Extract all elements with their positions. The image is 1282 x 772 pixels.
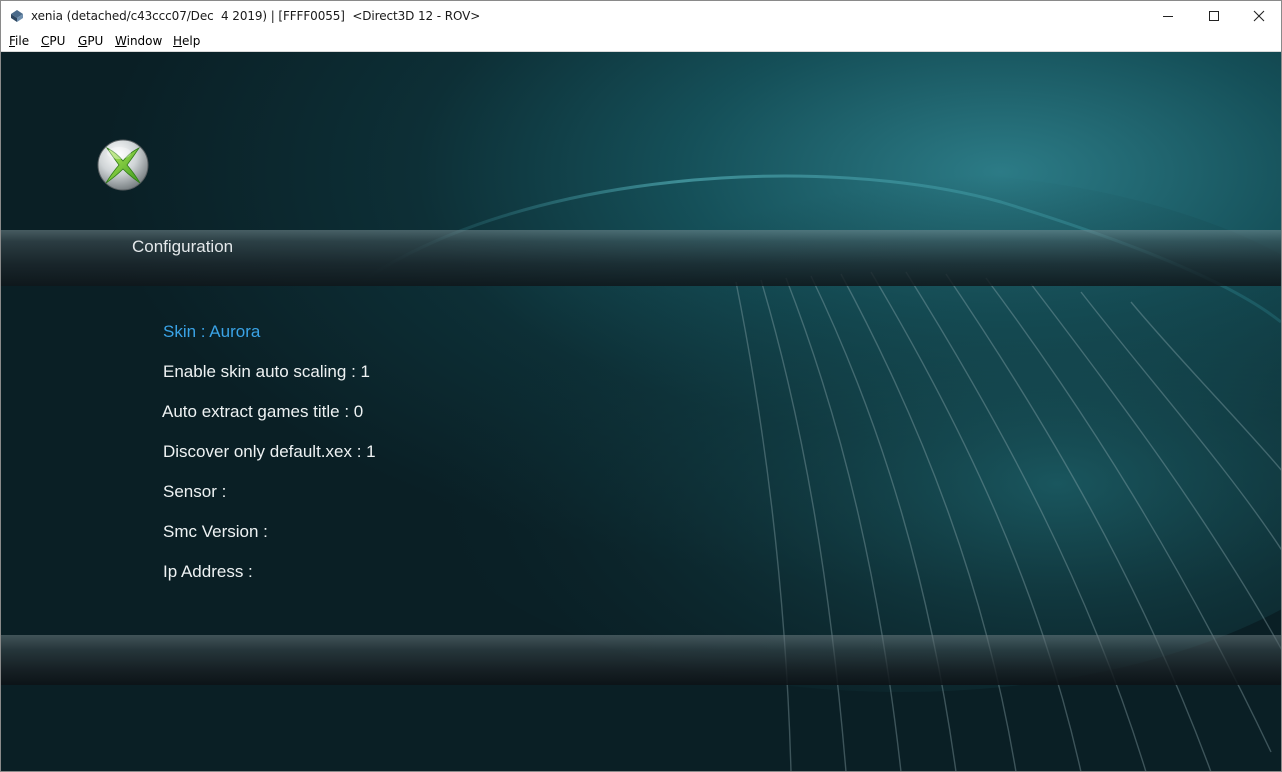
option-discover-default-xex[interactable]: Discover only default.xex : 1: [163, 442, 376, 462]
title-bar[interactable]: xenia (detached/c43ccc07/Dec 4 2019) | […: [1, 1, 1281, 31]
option-sensor[interactable]: Sensor :: [163, 482, 226, 502]
footer-band: [1, 635, 1281, 685]
section-title: Configuration: [132, 237, 234, 256]
close-icon: [1253, 10, 1265, 22]
menu-file[interactable]: File: [9, 34, 29, 48]
option-auto-extract-title[interactable]: Auto extract games title : 0: [162, 402, 363, 422]
menu-help[interactable]: Help: [173, 34, 200, 48]
close-button[interactable]: [1236, 1, 1281, 31]
menu-bar: File CPU GPU Window Help: [1, 31, 1281, 52]
menu-cpu[interactable]: CPU: [41, 34, 65, 48]
minimize-icon: [1163, 16, 1173, 17]
maximize-icon: [1209, 11, 1219, 21]
menu-window[interactable]: Window: [115, 34, 162, 48]
minimize-button[interactable]: [1145, 1, 1191, 31]
xbox-logo-icon: [97, 139, 149, 191]
menu-gpu[interactable]: GPU: [78, 34, 103, 48]
option-ip-address[interactable]: Ip Address :: [163, 562, 253, 582]
option-smc-version[interactable]: Smc Version :: [163, 522, 268, 542]
window-title: xenia (detached/c43ccc07/Dec 4 2019) | […: [31, 9, 481, 23]
option-skin[interactable]: Skin : Aurora: [163, 322, 260, 342]
app-window: xenia (detached/c43ccc07/Dec 4 2019) | […: [0, 0, 1282, 772]
option-skin-auto-scaling[interactable]: Enable skin auto scaling : 1: [163, 362, 370, 382]
xenia-app-icon: [11, 10, 23, 22]
maximize-button[interactable]: [1191, 1, 1237, 31]
emulator-viewport[interactable]: Configuration Skin : Aurora Enable skin …: [1, 52, 1281, 771]
